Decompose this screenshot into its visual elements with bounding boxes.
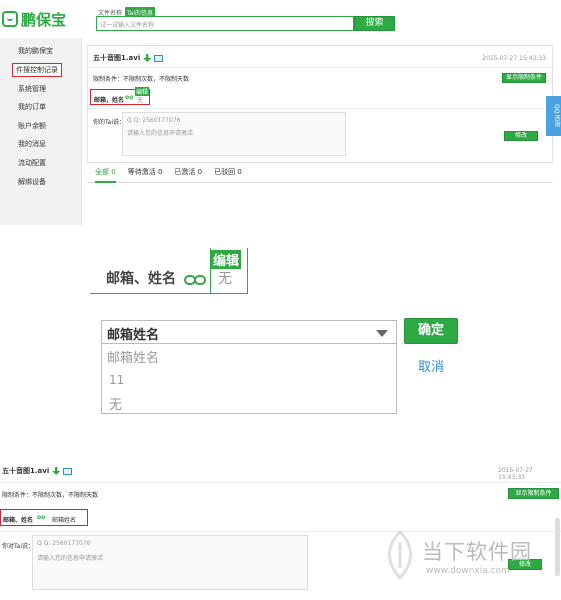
filter-label: 全部 [95,168,109,176]
qq-line: Q Q: 2560177076 [127,117,181,124]
result-qq-line: Q Q: 2560177076 [37,540,91,547]
email-name-field[interactable]: 邮箱，姓名 oo 无 编辑 [90,87,150,105]
filter-tab-pending[interactable]: 等待激活 0 [128,167,163,182]
filter-label: 等待激活 [127,168,156,176]
filter-label: 已激活 [174,168,196,176]
sidebar-item-balance[interactable]: 账户余额 [18,121,46,131]
chevron-down-icon [376,330,388,337]
result-link-icon: oo [37,514,46,521]
email-name-label: 邮箱，姓名 [94,97,125,104]
zoom-select-value: 邮箱姓名 [107,328,160,343]
value-none: 无 [137,97,144,104]
result-email-name-label: 邮箱、姓名 [3,517,34,524]
record-card: 五十音图1.avi 2015-07-27 15:43:33 限制条件：不限制次数… [87,45,553,163]
result-value: 邮箱姓名 [52,517,77,524]
modify-button[interactable]: 修改 [504,131,538,141]
divider [88,67,552,68]
zoom-select-options: 邮箱姓名 11 无 [101,344,397,414]
filter-tabs: 全部 0 等待激活 0 已激活 0 已驳回 0 [87,167,553,183]
sidebar-item-control-records[interactable]: 件搜控制记录 [12,63,62,77]
zoom-edit-field: 邮箱、姓名 编辑 无 [90,248,248,294]
result-card: 五十音图1.avi 2015-07-27 15:43:33 限制条件：不限制次数… [0,458,561,600]
filter-tab-activated[interactable]: 已激活 0 [174,167,202,182]
app-top-section: 鹏保宝 文件名称 Tai的信息 试一试输入文件名称 搜索 我的鹏保宝 件搜控制记… [0,0,561,225]
link-icon: oo [125,94,134,101]
logo-text: 鹏保宝 [21,10,67,29]
select-option[interactable]: 无 [109,394,122,413]
sidebar-item-my-pbb[interactable]: 我的鹏保宝 [18,46,53,56]
record-header: 五十音图1.avi [93,53,164,63]
message-textarea[interactable]: Q Q: 2560177076 请输入您的信息申请激活 [122,112,346,156]
limit-text: 限制条件：不限制次数，不限制天数 [93,76,190,83]
filter-count: 0 [197,168,203,176]
watermark-text: 当下软件园 [422,540,532,564]
confirm-button[interactable]: 确定 [404,318,458,344]
filter-count: 0 [157,168,163,176]
your-tai-label: 你的Tai说： [93,119,126,126]
watermark-url: www.downxia.com [426,566,510,576]
qq-consult-tab[interactable]: QQ 咨询 [546,96,561,136]
message-placeholder: 请输入您的信息申请激活 [127,130,194,137]
filter-count: 0 [111,168,116,176]
record-timestamp: 2015-07-27 15:43:33 [482,55,546,62]
zoom-value-none: 无 [218,271,232,287]
search-button[interactable]: 搜索 [354,16,395,31]
sidebar-item-system[interactable]: 系统管理 [18,84,46,94]
result-timestamp: 2015-07-27 15:43:33 [498,467,533,481]
watermark-logo-icon [382,529,418,581]
message-icon[interactable] [63,467,73,475]
cancel-link[interactable]: 取消 [418,356,444,375]
search-placeholder: 试一试输入文件名称 [100,22,155,29]
logo[interactable]: 鹏保宝 [2,8,72,30]
sidebar-item-orders[interactable]: 我的订单 [18,102,46,112]
filter-tab-rejected[interactable]: 已驳回 0 [214,167,242,182]
select-option[interactable]: 11 [109,373,124,387]
result-your-tai-label: 你对Tai说： [2,543,35,550]
show-limits-button[interactable]: 显示限制条件 [502,73,546,83]
result-filename: 五十音图1.avi [2,467,50,475]
record-filename: 五十音图1.avi [93,54,141,62]
download-icon[interactable] [52,467,61,475]
sidebar: 我的鹏保宝 件搜控制记录 系统管理 我的订单 账户余额 我的消息 流动配置 解绑… [0,38,82,225]
edit-badge[interactable]: 编辑 [135,87,149,96]
divider [0,482,561,483]
zoom-email-name-label: 邮箱、姓名 [106,271,176,287]
logo-icon [2,11,18,27]
result-message-textarea[interactable]: Q Q: 2560177076 请输入您的信息申请激活 [32,535,308,590]
search-input[interactable]: 试一试输入文件名称 [96,16,354,31]
result-show-limits-button[interactable]: 显示限制条件 [508,488,559,499]
select-option[interactable]: 邮箱姓名 [107,347,159,366]
divider [88,108,552,109]
zoom-select[interactable]: 邮箱姓名 [101,320,397,344]
filter-count: 0 [237,168,242,176]
filter-label: 已驳回 [214,168,236,176]
sidebar-item-messages[interactable]: 我的消息 [18,139,46,149]
result-limit-text: 限制条件：不限制次数，不限制天数 [2,492,99,499]
zoom-edit-badge[interactable]: 编辑 [211,250,242,269]
message-icon[interactable] [154,54,164,62]
zoom-link-icon [184,270,206,285]
filter-tab-all[interactable]: 全部 0 [95,167,116,183]
download-icon[interactable] [143,54,152,62]
sidebar-item-unbind[interactable]: 解绑设备 [18,177,46,187]
result-email-name-field[interactable]: 邮箱、姓名 oo 邮箱姓名 [0,509,88,526]
sidebar-item-config[interactable]: 流动配置 [18,158,46,168]
divider [0,531,561,532]
zoom-edit-box[interactable]: 编辑 无 [210,248,248,294]
result-header: 五十音图1.avi [2,466,73,476]
result-message-placeholder: 请输入您的信息申请激活 [37,555,104,562]
scrollbar[interactable] [555,518,560,576]
